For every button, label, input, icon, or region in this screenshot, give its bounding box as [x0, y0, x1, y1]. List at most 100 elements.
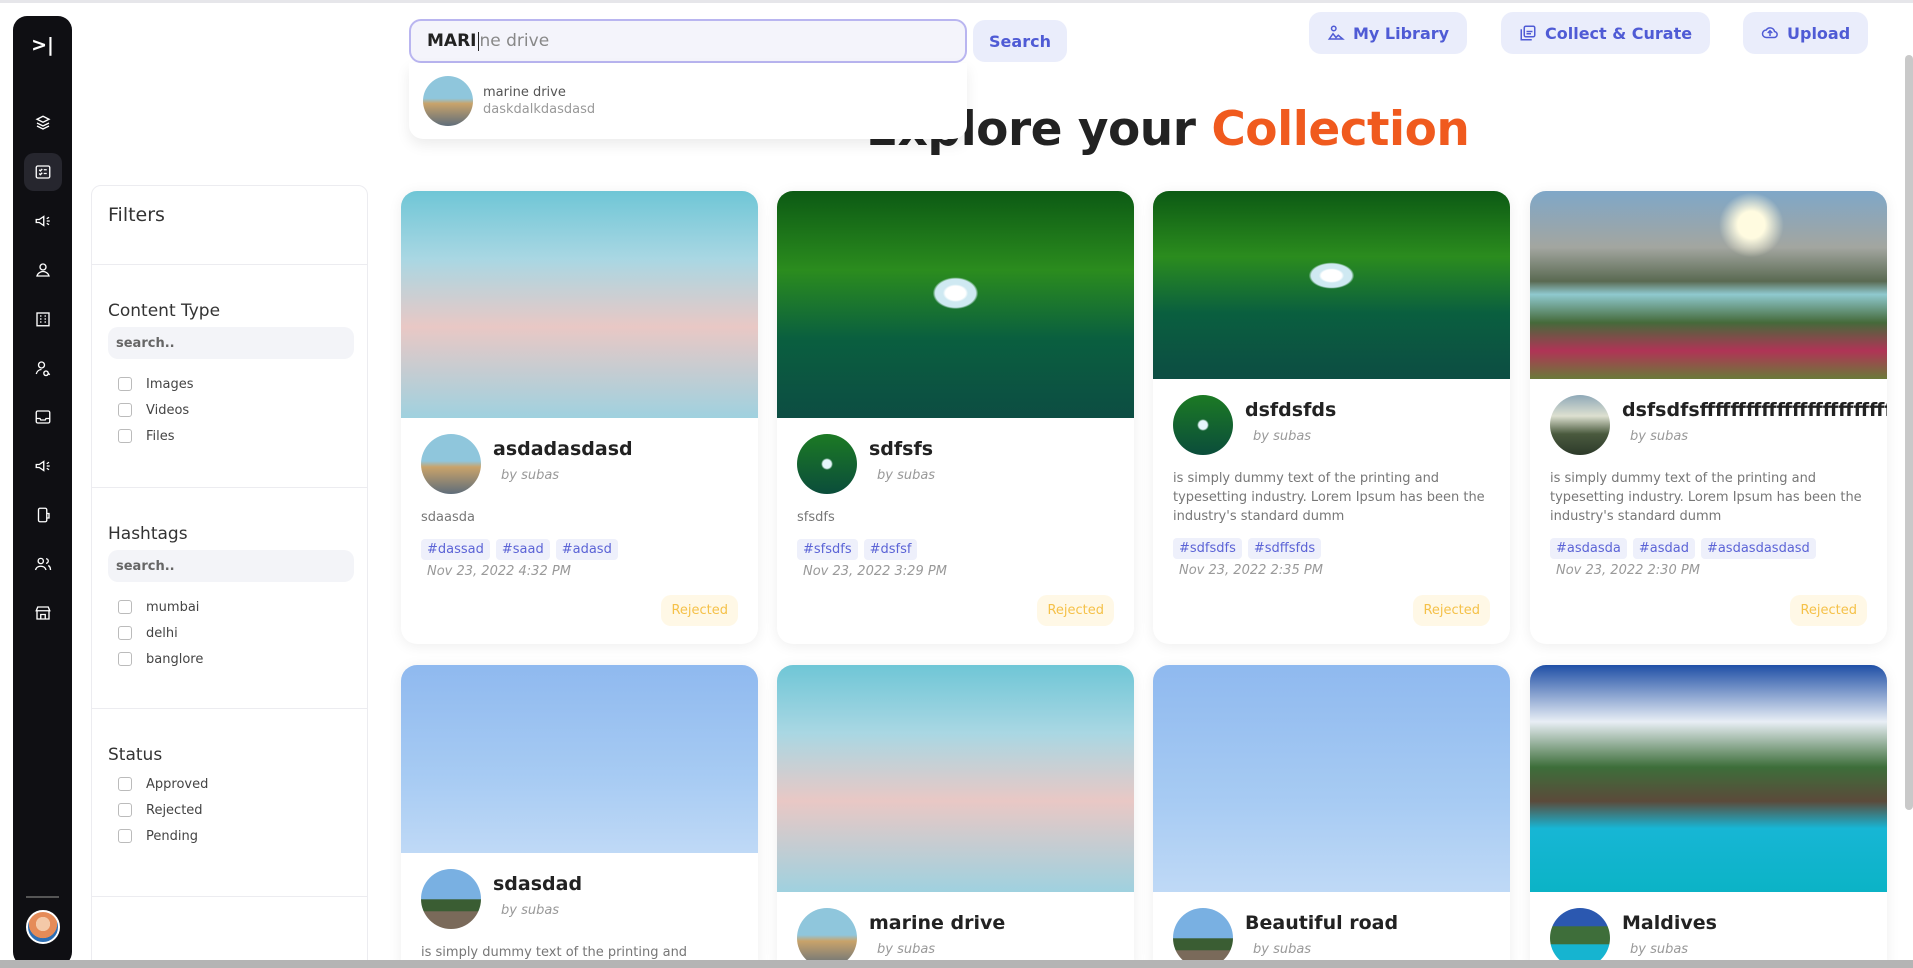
card-title: sdfsfs [869, 438, 934, 460]
hashtag[interactable]: #asdad [1632, 538, 1695, 559]
collection-card[interactable]: Maldives by subas [1530, 665, 1887, 968]
card-date: Nov 23, 2022 3:29 PM [803, 564, 947, 579]
checkbox[interactable] [118, 626, 132, 640]
hashtag[interactable]: #sdfsdfs [1173, 538, 1242, 559]
filter-search-input[interactable]: search.. [108, 327, 354, 359]
card-author: by subas [1253, 942, 1312, 957]
filter-option-files[interactable]: Files [108, 423, 351, 449]
book-icon[interactable] [24, 104, 62, 142]
users-icon[interactable] [24, 545, 62, 583]
upload-button[interactable]: Upload [1743, 12, 1869, 54]
collection-card[interactable]: sdfsfs by subas sfsdfs #sfsdfs #dsfsf Nov… [777, 191, 1134, 644]
card-avatar [1173, 908, 1233, 968]
collect-curate-button[interactable]: Collect & Curate [1501, 12, 1711, 54]
filter-option-label: Files [146, 428, 175, 444]
card-date: Nov 23, 2022 2:35 PM [1179, 563, 1323, 578]
megaphone-icon[interactable] [24, 447, 62, 485]
checkbox[interactable] [118, 829, 132, 843]
checklist-icon[interactable] [23, 153, 62, 191]
filter-hashtags: Hashtags search.. mumbai delhi banglore [92, 488, 367, 709]
horizontal-scrollbar[interactable] [0, 960, 1913, 968]
hashtag[interactable]: #saad [495, 539, 550, 560]
card-description: is simply dummy text of the printing and… [1173, 471, 1485, 524]
card-author: by subas [877, 468, 936, 483]
search-button[interactable]: Search [973, 20, 1067, 62]
collection-card[interactable]: sdasdad by subas is simply dummy text of … [401, 665, 758, 968]
hashtag[interactable]: #sdffsfds [1247, 538, 1322, 559]
user-icon[interactable] [24, 251, 62, 289]
hashtag[interactable]: #dassad [421, 539, 490, 560]
filter-option-mumbai[interactable]: mumbai [108, 594, 351, 620]
filter-option-banglore[interactable]: banglore [108, 646, 351, 672]
checkbox[interactable] [118, 600, 132, 614]
filters-title: Filters [92, 186, 367, 265]
card-image [1153, 191, 1510, 379]
user-search-icon[interactable] [24, 349, 62, 387]
card-title: marine drive [869, 912, 1006, 934]
card-title: dsfdsfds [1245, 399, 1337, 421]
filter-option-images[interactable]: Images [108, 371, 351, 397]
hashtag[interactable]: #asdasda [1550, 538, 1627, 559]
search-input[interactable]: MARI ne drive [409, 19, 967, 63]
card-image [401, 665, 758, 853]
card-image [1530, 665, 1887, 892]
filter-option-delhi[interactable]: delhi [108, 620, 351, 646]
checkbox[interactable] [118, 429, 132, 443]
phone-icon[interactable] [24, 496, 62, 534]
building-icon[interactable] [24, 300, 62, 338]
search-suggestion[interactable]: marine drive daskdalkdasdasd [409, 63, 967, 139]
card-author: by subas [1253, 429, 1312, 444]
collection-card[interactable]: asdadasdasd by subas sdaasda #dassad #saa… [401, 191, 758, 644]
collection-card[interactable]: dsfdsfds by subas is simply dummy text of… [1153, 191, 1510, 644]
card-avatar [421, 869, 481, 929]
upload-label: Upload [1787, 23, 1851, 43]
card-image [777, 665, 1134, 892]
checkbox[interactable] [118, 652, 132, 666]
top-border [0, 0, 1913, 3]
checkbox[interactable] [118, 777, 132, 791]
filter-option-label: Approved [146, 776, 209, 792]
suggestion-thumbnail [423, 76, 473, 126]
card-title: asdadasdasd [493, 438, 633, 460]
card-author: by subas [501, 903, 560, 918]
search-typed-text: MARI [427, 31, 477, 51]
rail-divider [26, 896, 59, 898]
card-image [777, 191, 1134, 418]
filter-option-approved[interactable]: Approved [108, 771, 351, 797]
avatar[interactable] [26, 910, 60, 944]
checkbox[interactable] [118, 803, 132, 817]
filter-search-input[interactable]: search.. [108, 550, 354, 582]
my-library-button[interactable]: My Library [1309, 12, 1468, 54]
vertical-scrollbar[interactable] [1905, 55, 1913, 810]
card-title: dsfsdfsfffffffffffffffffffffffffffffffff… [1622, 399, 1887, 421]
hashtag[interactable]: #sfsdfs [797, 539, 858, 560]
image-user-icon [1327, 25, 1345, 40]
search-autocomplete-text: ne drive [479, 31, 550, 51]
inbox-icon[interactable] [24, 398, 62, 436]
sidebar-rail: >| [13, 16, 72, 966]
megaphone-icon[interactable] [24, 202, 62, 240]
filter-option-rejected[interactable]: Rejected [108, 797, 351, 823]
filter-option-videos[interactable]: Videos [108, 397, 351, 423]
card-title: sdasdad [493, 873, 583, 895]
collection-card[interactable]: Beautiful road by subas [1153, 665, 1510, 968]
checkbox[interactable] [118, 377, 132, 391]
card-author: by subas [501, 468, 560, 483]
hashtag[interactable]: #dsfsf [863, 539, 918, 560]
filter-option-label: Videos [146, 402, 190, 418]
expand-icon[interactable]: >| [31, 34, 54, 64]
collection-card[interactable]: dsfsdfsfffffffffffffffffffffffffffffffff… [1530, 191, 1887, 644]
my-library-label: My Library [1353, 23, 1450, 43]
card-image [1153, 665, 1510, 892]
status-badge: Rejected [1037, 595, 1114, 626]
collection-card[interactable]: marine drive by subas [777, 665, 1134, 968]
filter-option-label: delhi [146, 625, 178, 641]
hashtag[interactable]: #asdasdasdasd [1700, 538, 1816, 559]
store-icon[interactable] [24, 594, 62, 632]
card-author: by subas [1630, 429, 1689, 444]
card-author: by subas [1630, 942, 1689, 957]
filter-section-title: Status [108, 745, 163, 765]
checkbox[interactable] [118, 403, 132, 417]
filter-option-pending[interactable]: Pending [108, 823, 351, 849]
hashtag[interactable]: #adasd [555, 539, 618, 560]
